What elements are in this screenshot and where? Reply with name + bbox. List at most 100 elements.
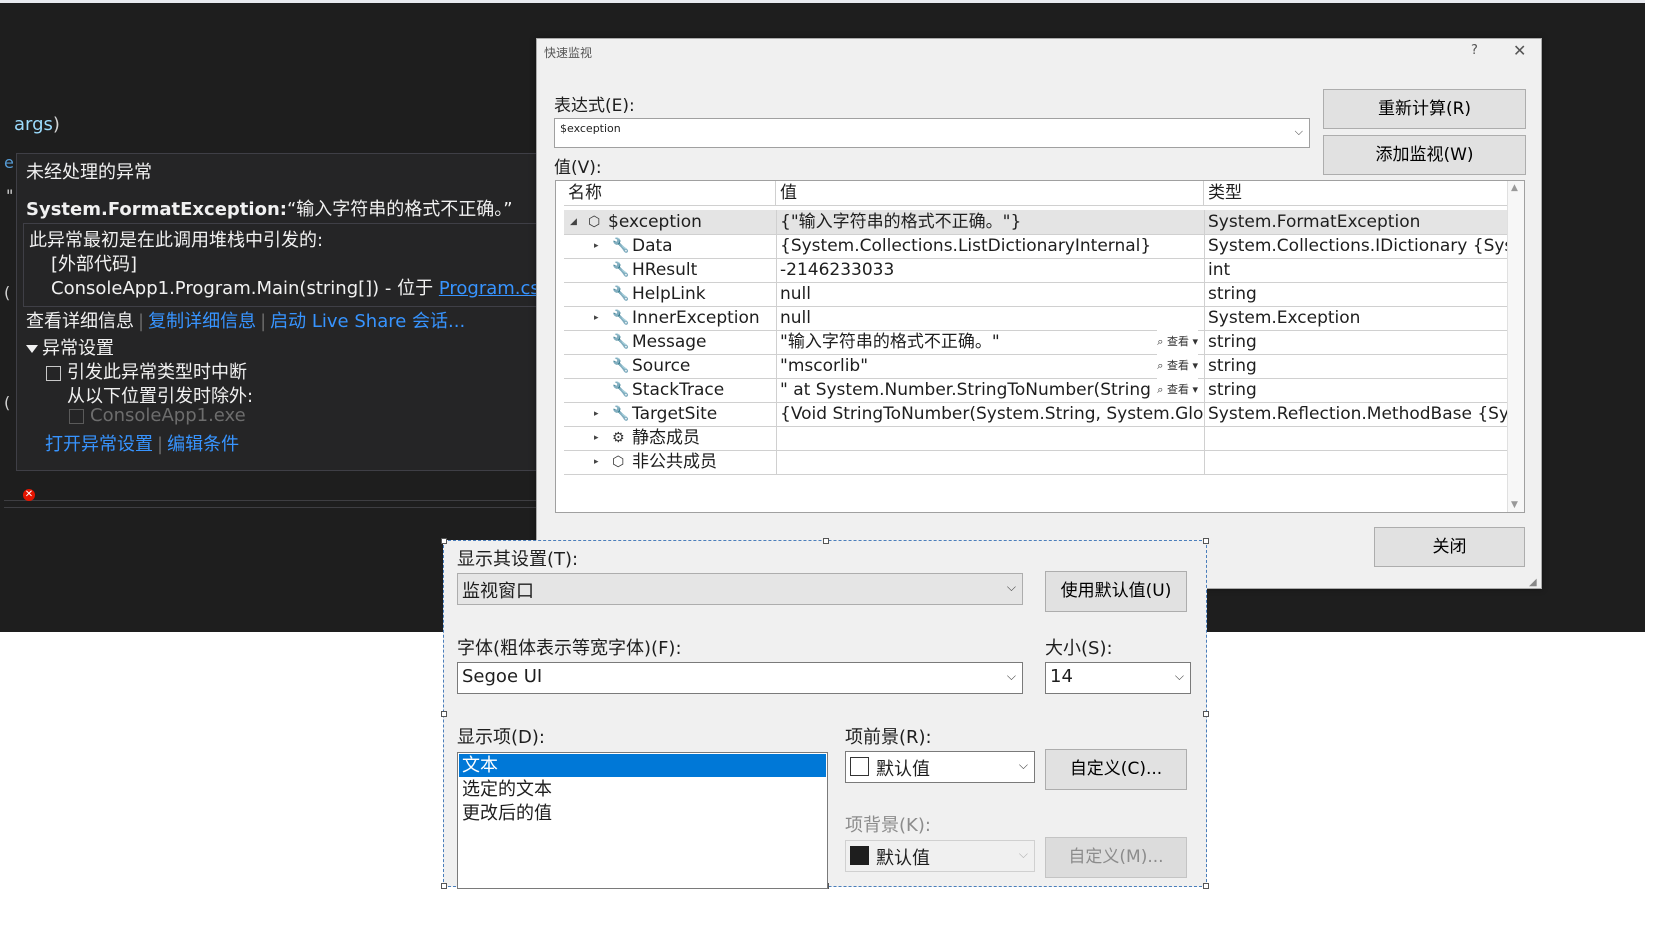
table-row[interactable]: ◢ ⬡ $exception {"输入字符串的格式不正确。"} System.Forma… — [564, 210, 1508, 235]
expand-arrow-icon[interactable]: ▸ — [594, 426, 599, 450]
text-visualizer-button[interactable]: ⌕ 查看 ▾ — [1157, 354, 1198, 378]
custom-foreground-button[interactable]: 自定义(C)... — [1045, 749, 1187, 790]
table-row[interactable]: 🔧 HResult -2146233033 int — [564, 258, 1508, 283]
cell-name[interactable]: ▸ ⬡ 非公共成员 — [564, 450, 777, 474]
list-item[interactable]: 文本 — [459, 754, 826, 777]
column-header-value[interactable]: 值 — [776, 181, 1204, 205]
expand-arrow-icon[interactable]: ▸ — [594, 306, 599, 330]
cell-name[interactable]: ▸ 🔧 Data — [564, 234, 777, 258]
code-fragment-args[interactable]: args) — [14, 114, 60, 135]
column-header-name[interactable]: 名称 — [564, 181, 776, 205]
list-item[interactable]: 选定的文本 — [459, 778, 826, 801]
display-items-list[interactable]: 文本 选定的文本 更改后的值 — [457, 752, 828, 889]
cell-type[interactable] — [1204, 450, 1508, 474]
help-button[interactable]: ? — [1471, 43, 1478, 58]
cell-name[interactable]: ▸ ⚙ 静态成员 — [564, 426, 777, 450]
font-select[interactable]: Segoe UI ⌵ — [457, 662, 1023, 694]
close-button[interactable]: 关闭 — [1374, 527, 1525, 567]
cell-value[interactable] — [776, 450, 1205, 474]
table-row[interactable]: 🔧 Message "输入字符串的格式不正确。" ⌕ 查看 ▾ string — [564, 330, 1508, 355]
size-select[interactable]: 14 ⌵ — [1045, 662, 1191, 694]
copy-details-link[interactable]: 复制详细信息 — [148, 311, 256, 332]
cell-value[interactable]: {Void StringToNumber(System.String, Syst… — [776, 402, 1205, 426]
text-visualizer-button[interactable]: ⌕ 查看 ▾ — [1157, 330, 1198, 354]
cell-value[interactable]: {System.Collections.ListDictionaryIntern… — [776, 234, 1205, 258]
cell-value[interactable]: null — [776, 306, 1205, 330]
collapse-arrow-icon[interactable]: ◢ — [570, 210, 577, 234]
exception-icon: ⬡ — [588, 214, 601, 230]
divider — [4, 507, 574, 508]
close-icon[interactable]: ✕ — [1513, 41, 1526, 60]
cell-type[interactable] — [1204, 426, 1508, 450]
edit-conditions-link[interactable]: 编辑条件 — [167, 434, 239, 455]
resize-grip-icon[interactable]: ◢ — [1529, 577, 1537, 588]
table-row[interactable]: 🔧 HelpLink null string — [564, 282, 1508, 307]
column-header-type[interactable]: 类型 — [1204, 181, 1508, 205]
custom-background-button[interactable]: 自定义(M)... — [1045, 837, 1187, 878]
text-visualizer-button[interactable]: ⌕ 查看 ▾ — [1157, 378, 1198, 402]
cell-name[interactable]: 🔧 HelpLink — [564, 282, 777, 306]
table-row[interactable]: ▸ 🔧 Data {System.Collections.ListDictionary… — [564, 234, 1508, 259]
cell-name[interactable]: 🔧 HResult — [564, 258, 777, 282]
table-row[interactable]: 🔧 Source "mscorlib" ⌕ 查看 ▾ string — [564, 354, 1508, 379]
break-on-exception-checkbox[interactable]: 引发此异常类型时中断 — [46, 358, 247, 384]
expand-arrow-icon[interactable]: ▸ — [594, 234, 599, 258]
exception-type: System.FormatException:“输入字符串的格式不正确。” — [26, 199, 513, 220]
add-watch-button[interactable]: 添加监视(W) — [1323, 135, 1526, 175]
vertical-scrollbar[interactable]: ▲ ▼ — [1507, 181, 1524, 512]
cell-value[interactable]: {"输入字符串的格式不正确。"} — [776, 210, 1205, 234]
cell-type[interactable]: int — [1204, 258, 1508, 282]
expand-arrow-icon[interactable]: ▸ — [594, 402, 599, 426]
exception-settings-toggle[interactable]: 异常设置 — [26, 334, 114, 360]
recalculate-button[interactable]: 重新计算(R) — [1323, 89, 1526, 129]
cell-value[interactable] — [776, 426, 1205, 450]
cell-value[interactable]: " at System.Number.StringToNumber(String… — [776, 378, 1205, 402]
cell-type[interactable]: System.Collections.IDictionary {Syst... — [1204, 234, 1508, 258]
cell-type[interactable]: string — [1204, 282, 1508, 306]
cell-type[interactable]: string — [1204, 354, 1508, 378]
cell-name[interactable]: 🔧 StackTrace — [564, 378, 777, 402]
live-share-link[interactable]: 启动 Live Share 会话... — [270, 311, 465, 332]
table-row[interactable]: 🔧 StackTrace " at System.Number.StringToNu… — [564, 378, 1508, 403]
item-foreground-select[interactable]: 默认值 ⌵ — [845, 751, 1035, 783]
watch-grid[interactable]: 名称 值 类型 ◢ ⬡ $exception {"输入字符串的格式不正确。"} Syst… — [555, 180, 1525, 513]
cell-value[interactable]: null — [776, 282, 1205, 306]
code-fragment-paren-2: ( — [4, 393, 11, 412]
cell-name[interactable]: ▸ 🔧 TargetSite — [564, 402, 777, 426]
cell-name[interactable]: ▸ 🔧 InnerException — [564, 306, 777, 330]
scroll-up-icon[interactable]: ▲ — [1511, 183, 1518, 193]
cell-type[interactable]: System.Reflection.MethodBase {Syst... — [1204, 402, 1508, 426]
table-row[interactable]: ▸ ⬡ 非公共成员 — [564, 450, 1508, 475]
cell-type[interactable]: System.FormatException — [1204, 210, 1508, 234]
list-item[interactable]: 更改后的值 — [459, 802, 826, 825]
code-fragment-quote: " — [6, 186, 14, 205]
cell-name[interactable]: 🔧 Message — [564, 330, 777, 354]
cell-value[interactable]: "mscorlib" ⌕ 查看 ▾ — [776, 354, 1205, 378]
cell-type[interactable]: string — [1204, 378, 1508, 402]
table-row[interactable]: ▸ ⚙ 静态成员 — [564, 426, 1508, 451]
expand-arrow-icon[interactable]: ▸ — [594, 450, 599, 474]
item-background-select[interactable]: 默认值 ⌵ — [845, 840, 1035, 872]
show-settings-select[interactable]: 监视窗口 ⌵ — [457, 573, 1023, 605]
expression-combobox[interactable]: $exception ⌵ — [554, 118, 1310, 148]
cell-type[interactable]: string — [1204, 330, 1508, 354]
cell-value[interactable]: "输入字符串的格式不正确。" ⌕ 查看 ▾ — [776, 330, 1205, 354]
row-name: TargetSite — [632, 404, 718, 424]
row-name: Source — [632, 356, 691, 376]
row-name: Message — [632, 332, 707, 352]
cell-type[interactable]: System.Exception — [1204, 306, 1508, 330]
exception-helper-popup: 未经处理的异常 System.FormatException:“输入字符串的格式… — [16, 153, 585, 471]
table-row[interactable]: ▸ 🔧 TargetSite {Void StringToNumber(System.… — [564, 402, 1508, 427]
chevron-down-icon[interactable]: ⌵ — [1295, 125, 1303, 139]
open-exception-settings-link[interactable]: 打开异常设置 — [45, 434, 153, 455]
row-name: 非公共成员 — [632, 452, 717, 472]
table-row[interactable]: ▸ 🔧 InnerException null System.Exception — [564, 306, 1508, 331]
cell-name[interactable]: ◢ ⬡ $exception — [564, 210, 777, 234]
use-defaults-button[interactable]: 使用默认值(U) — [1045, 571, 1187, 612]
cell-value[interactable]: -2146233033 — [776, 258, 1205, 282]
view-details-link[interactable]: 查看详细信息 — [26, 311, 134, 332]
error-glyph-icon[interactable]: ✕ — [23, 489, 35, 501]
scroll-down-icon[interactable]: ▼ — [1511, 500, 1518, 510]
cell-name[interactable]: 🔧 Source — [564, 354, 777, 378]
program-cs-link[interactable]: Program.cs — [439, 278, 540, 299]
